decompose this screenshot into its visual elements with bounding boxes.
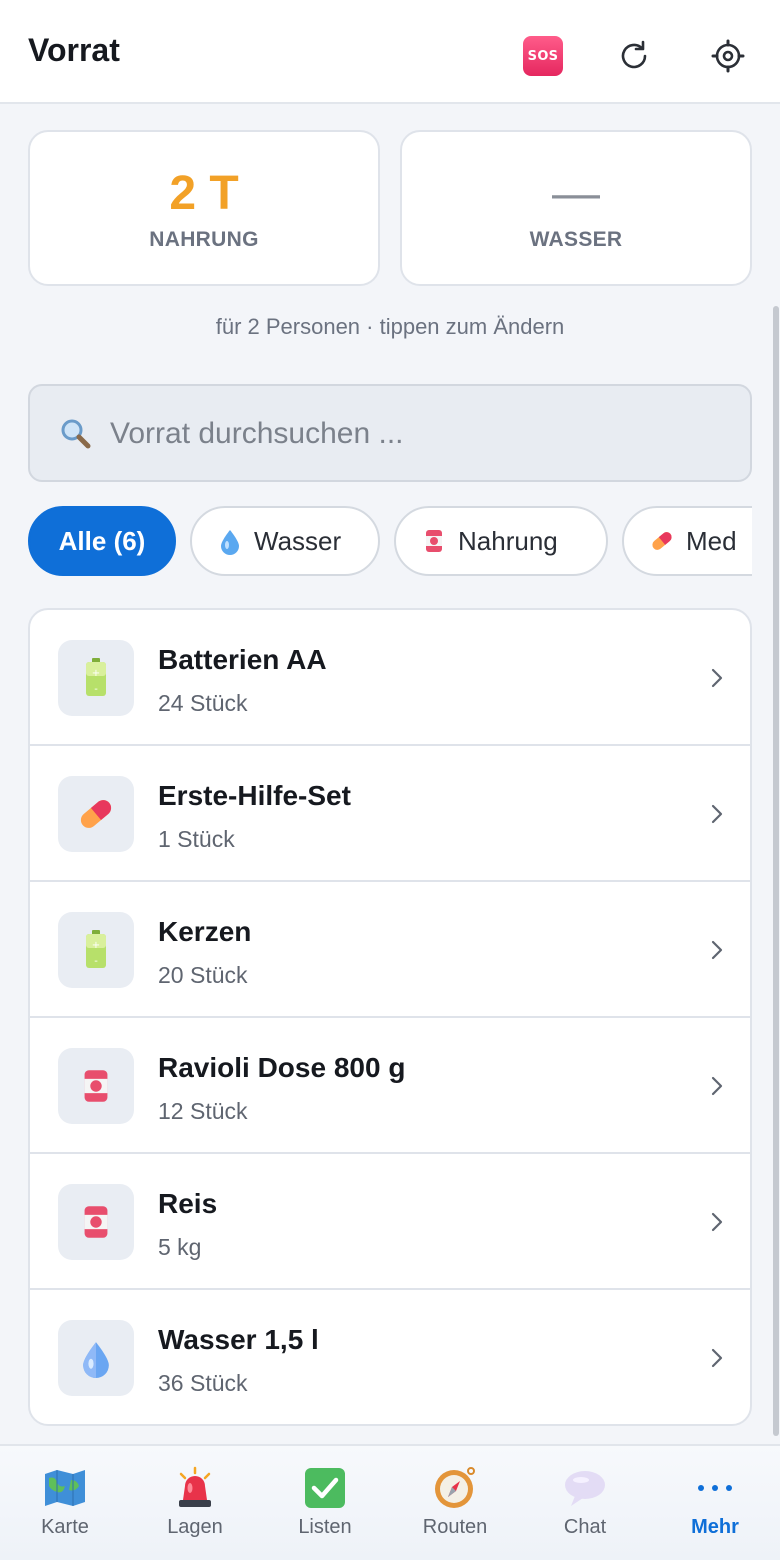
nav-item-lagen[interactable]: Lagen [130,1446,260,1560]
chevron-right-icon [711,1076,723,1096]
sos-button[interactable]: SOS [522,35,564,77]
compass-icon [433,1466,477,1510]
speech-bubble-icon [563,1466,607,1510]
category-filter-bar: Alle (6) Wasser Nahrung Med [28,506,752,578]
list-item[interactable]: + - Batterien AA 24 Stück [30,610,750,746]
filter-chip-label: Wasser [254,525,342,556]
svg-text:-: - [94,684,98,695]
nav-label: Mehr [691,1516,739,1538]
pill-icon [648,527,676,555]
filter-chip-water[interactable]: Wasser [190,506,380,576]
top-bar: Vorrat SOS [0,0,780,104]
food-days-label: NAHRUNG [149,228,259,251]
nav-item-chat[interactable]: Chat [520,1446,650,1560]
list-item[interactable]: Wasser 1,5 l 36 Stück [30,1290,750,1424]
nav-label: Karte [41,1516,89,1538]
item-name: Wasser 1,5 l [158,1324,319,1355]
pill-icon [58,776,134,852]
supply-list: + - Batterien AA 24 Stück Erste-Hilfe-Set… [28,608,752,1426]
nav-label: Chat [563,1516,607,1538]
list-item[interactable]: Ravioli Dose 800 g 12 Stück [30,1018,750,1154]
can-icon [420,527,448,555]
alarm-light-icon [173,1466,217,1510]
chevron-right-icon [711,1212,723,1232]
filter-chip-all[interactable]: Alle (6) [28,506,176,576]
item-name: Kerzen [158,916,252,947]
item-name: Ravioli Dose 800 g [158,1052,406,1083]
water-days-label: WASSER [529,228,623,251]
chevron-right-icon [711,668,723,688]
nav-label: Routen [422,1516,488,1538]
search-bar[interactable] [28,384,752,482]
water-drop-icon [216,527,244,555]
map-icon [43,1466,87,1510]
search-icon [61,419,91,449]
gear-icon [711,39,745,73]
item-quantity: 20 Stück [158,962,248,988]
water-days-card[interactable]: — WASSER [400,130,752,286]
filter-chip-label: Nahrung [458,525,558,556]
refresh-icon [621,40,647,69]
persons-hint[interactable]: für 2 Personen · tippen zum Ändern [0,314,780,340]
item-quantity: 24 Stück [158,690,248,716]
bottom-navigation: Karte Lagen Listen Routen Chat Mehr [0,1444,780,1560]
water-drop-icon [58,1320,134,1396]
svg-text:-: - [94,956,98,967]
nav-label: Lagen [167,1516,223,1538]
chevron-right-icon [711,940,723,960]
checkbox-icon [303,1466,347,1510]
filter-chip-label: Alle (6) [58,525,146,556]
water-days-value: — [552,167,600,220]
filter-chip-med[interactable]: Med [622,506,752,576]
item-name: Reis [158,1188,218,1219]
item-quantity: 36 Stück [158,1370,248,1396]
item-quantity: 5 kg [158,1234,202,1260]
nav-label: Listen [298,1516,352,1538]
page-title: Vorrat [28,32,120,68]
refresh-button[interactable] [612,34,656,78]
nav-item-karte[interactable]: Karte [0,1446,130,1560]
svg-text:+: + [92,940,100,951]
chevron-right-icon [711,804,723,824]
food-days-value: 2 T [169,167,239,220]
scrollbar-thumb[interactable] [773,306,779,1436]
item-name: Batterien AA [158,644,327,675]
nav-item-listen[interactable]: Listen [260,1446,390,1560]
scrollbar[interactable] [772,106,780,1446]
list-item[interactable]: Erste-Hilfe-Set 1 Stück [30,746,750,882]
battery-icon: + - [58,640,134,716]
item-quantity: 1 Stück [158,826,235,852]
can-icon [58,1184,134,1260]
search-input[interactable] [110,410,710,458]
more-dots-icon [693,1466,737,1510]
svg-text:+: + [92,668,100,679]
battery-icon: + - [58,912,134,988]
settings-button[interactable] [706,34,750,78]
can-icon [58,1048,134,1124]
list-item[interactable]: Reis 5 kg [30,1154,750,1290]
list-item[interactable]: + - Kerzen 20 Stück [30,882,750,1018]
nav-item-mehr[interactable]: Mehr [650,1446,780,1560]
filter-chip-label: Med [686,525,737,556]
item-quantity: 12 Stück [158,1098,248,1124]
food-days-card[interactable]: 2 T NAHRUNG [28,130,380,286]
chevron-right-icon [711,1348,723,1368]
item-name: Erste-Hilfe-Set [158,780,351,811]
sos-icon: SOS [523,36,563,76]
nav-item-routen[interactable]: Routen [390,1446,520,1560]
filter-chip-food[interactable]: Nahrung [394,506,608,576]
